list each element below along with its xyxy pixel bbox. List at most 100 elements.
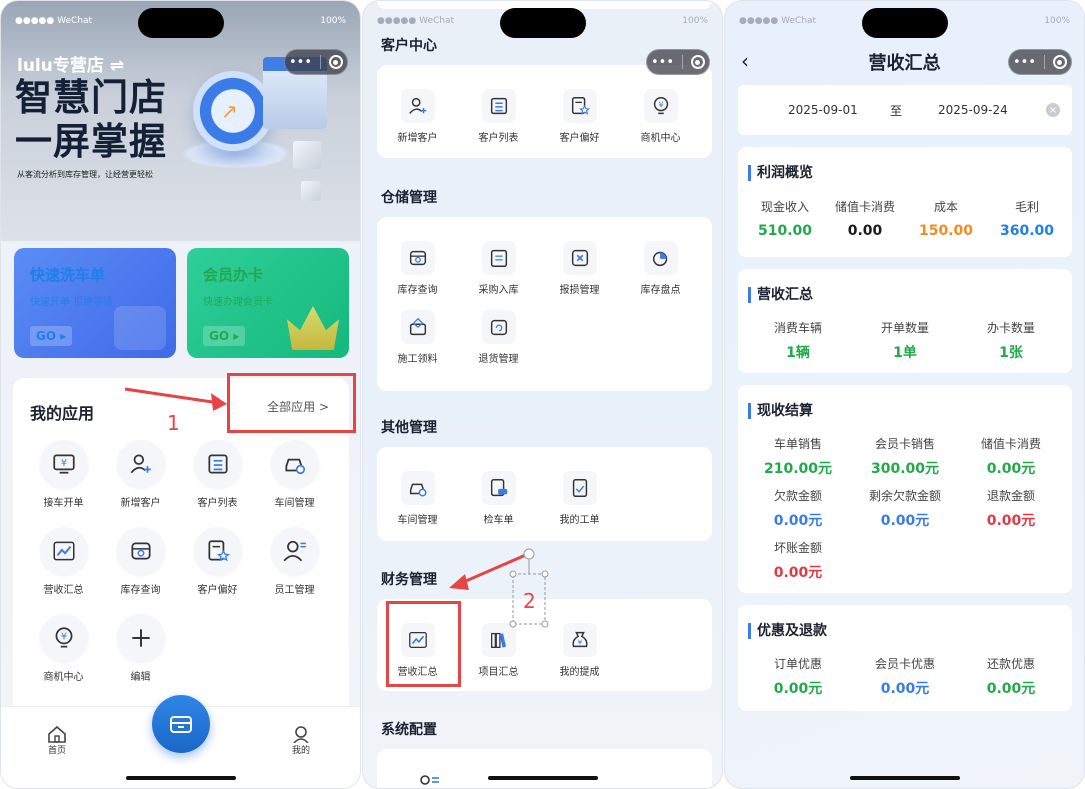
plus-icon — [131, 629, 150, 647]
damage-icon — [571, 249, 588, 267]
close-target-icon[interactable] — [1052, 55, 1067, 69]
phone-revenue-screen: ●●●●● WeChat 100% ‹ 营收汇总 ••• 2025-09-01 … — [724, 0, 1085, 789]
app-item[interactable]: 车间管理 — [377, 471, 458, 526]
app-item[interactable]: 编辑 — [102, 614, 179, 683]
metric-label: 剩余欠款金额 — [868, 489, 941, 503]
app-item[interactable]: ¥ 接车开单 — [25, 440, 102, 509]
annotation-arrow-icon — [449, 548, 549, 628]
app-item[interactable]: 新增客户 — [377, 89, 458, 144]
app-icon-wrap — [481, 89, 516, 123]
app-icon-wrap: ¥ — [562, 623, 597, 657]
store-center-button[interactable] — [152, 695, 210, 753]
app-item[interactable]: 退货管理 — [458, 310, 539, 365]
app-item[interactable]: 客户列表 — [458, 89, 539, 144]
app-item[interactable]: 营收汇总 — [25, 527, 102, 596]
quick-wash-go-button[interactable]: GO ▸ — [30, 326, 73, 346]
app-item[interactable]: ¥ 商机中心 — [620, 89, 701, 144]
app-label: 库存盘点 — [640, 285, 681, 296]
date-start[interactable]: 2025-09-01 — [788, 103, 858, 117]
metric-cards-issued: 办卡数量 1张 — [956, 319, 1066, 362]
date-end[interactable]: 2025-09-24 — [938, 103, 1008, 117]
app-item[interactable]: ¥ 商机中心 — [25, 614, 102, 683]
app-item[interactable]: 检车单 — [458, 471, 539, 526]
car-gear-icon — [409, 483, 427, 497]
cube-graphic — [301, 181, 321, 201]
metric-value: 1张 — [999, 345, 1023, 361]
app-icon-wrap — [270, 440, 319, 488]
miniprogram-capsule[interactable]: ••• — [284, 49, 348, 75]
inventory-search-icon — [409, 250, 426, 266]
close-target-icon[interactable] — [690, 55, 705, 69]
metric-value: 0.00元 — [880, 513, 930, 529]
section-title-customer: 客户中心 — [381, 38, 437, 54]
app-icon-wrap: ¥ — [39, 440, 88, 488]
annotation-number-2: 2 — [523, 589, 536, 613]
app-icon-wrap — [400, 89, 435, 123]
more-icon[interactable]: ••• — [651, 55, 674, 70]
app-icon-wrap — [481, 471, 516, 505]
app-icon-wrap — [481, 310, 516, 344]
metric-value: 0.00元 — [773, 681, 823, 697]
more-icon[interactable]: ••• — [1013, 55, 1036, 70]
app-item[interactable]: 库存查询 — [377, 241, 458, 296]
cash-settlement-title: 现收结算 — [748, 403, 813, 419]
date-range-picker[interactable]: 2025-09-01 至 2025-09-24 × — [738, 85, 1072, 135]
app-item[interactable]: 客户偏好 — [539, 89, 620, 144]
list-icon — [207, 454, 228, 474]
metric-value: 300.00元 — [870, 461, 940, 477]
headline-line2: 一屏掌握 — [15, 120, 167, 163]
app-icon-wrap — [116, 527, 165, 575]
list-icon — [490, 97, 507, 115]
metric-vehicles: 消费车辆 1辆 — [743, 319, 853, 362]
car-gear-icon — [284, 458, 305, 475]
metric-label: 欠款金额 — [773, 489, 822, 503]
quick-wash-card[interactable]: 快速洗车单 快速开单 拒绝等待 GO ▸ — [14, 248, 176, 358]
app-item[interactable]: 库存盘点 — [620, 241, 701, 296]
app-item[interactable]: 我的工单 — [539, 471, 620, 526]
close-target-icon[interactable] — [328, 55, 343, 69]
store-name[interactable]: lulu专营店 ⇌ — [17, 51, 124, 76]
app-item[interactable]: 客户偏好 — [179, 527, 256, 596]
miniprogram-capsule[interactable]: ••• — [1008, 49, 1072, 75]
document-check-icon — [114, 306, 166, 350]
my-apps-title: 我的应用 — [30, 404, 95, 423]
bulb-yen-icon: ¥ — [55, 627, 72, 648]
quick-member-card[interactable]: 会员办卡 快速办理会员卡 GO ▸ — [187, 248, 349, 358]
app-label: 员工管理 — [274, 585, 315, 596]
user-list-icon[interactable] — [417, 773, 441, 788]
phone-all-apps-screen: ●●●●● WeChat 100% ••• 客户中心 新增客户 客户列表 客户偏好 ¥… — [362, 0, 723, 789]
home-indicator — [487, 776, 598, 780]
app-label: 检车单 — [483, 515, 514, 526]
app-icon-wrap — [562, 241, 597, 275]
app-item[interactable]: 员工管理 — [256, 527, 333, 596]
app-icon-wrap — [193, 440, 242, 488]
metric-label: 车单销售 — [773, 437, 822, 451]
tab-home[interactable]: 首页 — [47, 725, 67, 756]
app-label: 我的工单 — [559, 515, 600, 526]
app-icon-wrap — [400, 310, 435, 344]
metric-bad-debt: 坏账金额 0.00元 — [743, 539, 853, 582]
metric-label: 办卡数量 — [986, 321, 1035, 335]
return-icon — [490, 319, 507, 336]
app-icon-wrap — [481, 241, 516, 275]
app-item[interactable]: 报损管理 — [539, 241, 620, 296]
svg-text:¥: ¥ — [577, 638, 582, 647]
clear-icon[interactable]: × — [1046, 103, 1060, 117]
metric-value: 0.00元 — [986, 513, 1036, 529]
app-item[interactable]: 库存查询 — [102, 527, 179, 596]
app-item[interactable]: 车间管理 — [256, 440, 333, 509]
app-item[interactable]: 新增客户 — [102, 440, 179, 509]
app-item[interactable]: 施工领料 — [377, 310, 458, 365]
app-item[interactable]: 客户列表 — [179, 440, 256, 509]
miniprogram-capsule[interactable]: ••• — [646, 49, 710, 75]
metric-stored-card-consume: 储值卡消费 0.00元 — [956, 435, 1066, 478]
quick-member-go-button[interactable]: GO ▸ — [203, 326, 246, 346]
app-icon-wrap — [116, 614, 165, 662]
app-label: 新增客户 — [397, 133, 438, 144]
tab-me[interactable]: 我的 — [291, 725, 311, 756]
more-icon[interactable]: ••• — [289, 55, 312, 70]
app-icon-wrap — [39, 527, 88, 575]
app-icon-wrap — [562, 89, 597, 123]
app-item[interactable]: 采购入库 — [458, 241, 539, 296]
battery-label: 100% — [320, 16, 346, 26]
